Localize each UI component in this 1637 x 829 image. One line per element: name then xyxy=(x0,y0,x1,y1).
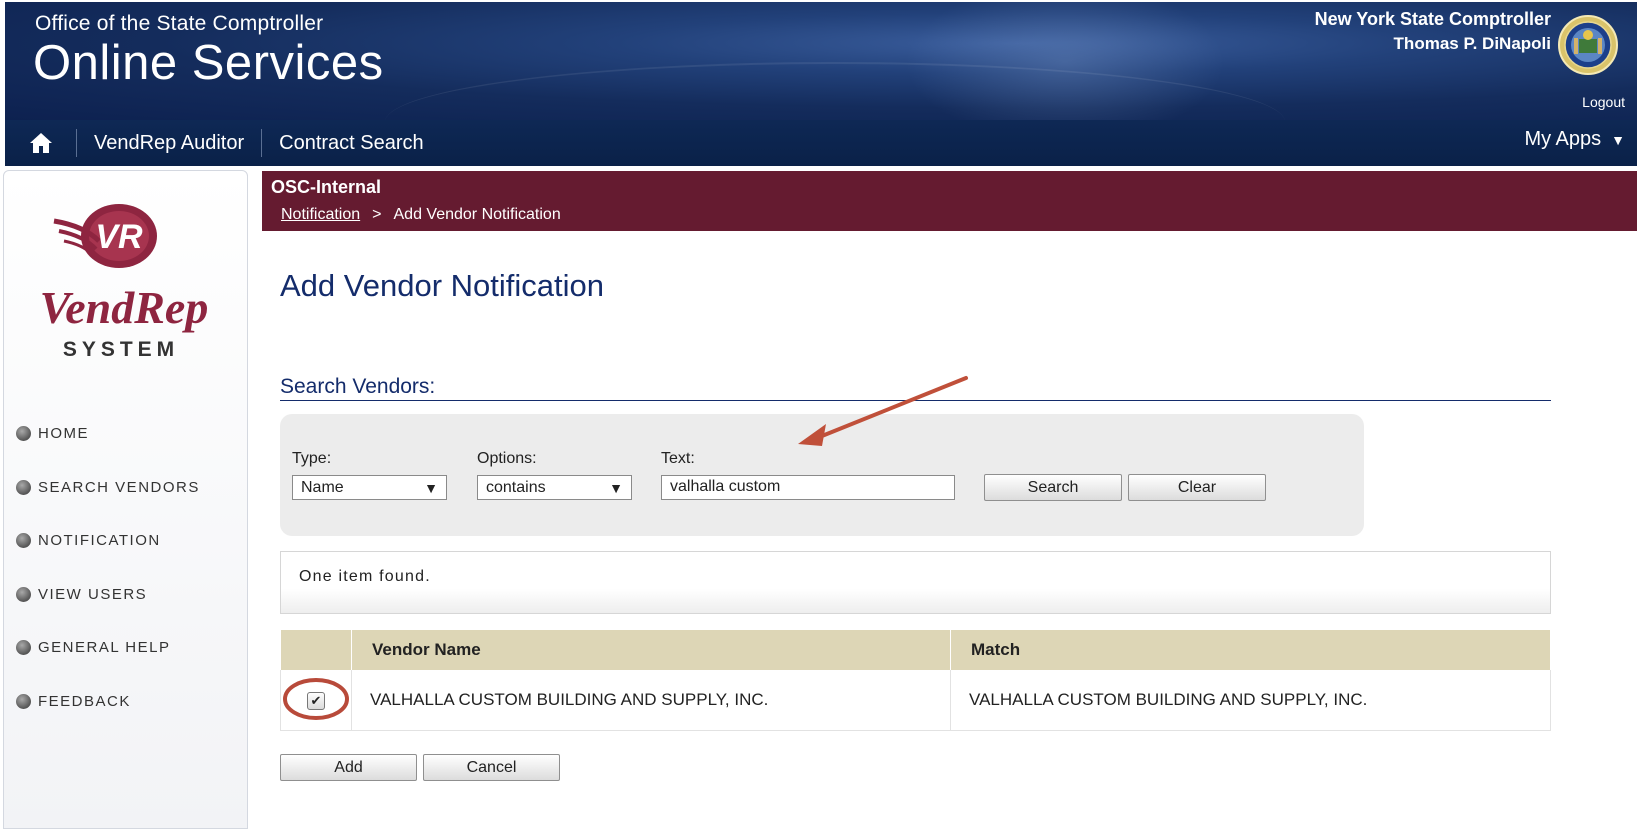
result-message: One item found. xyxy=(299,568,431,585)
sidebar-item-general-help[interactable]: GENERAL HELP xyxy=(16,621,200,675)
svg-text:VR: VR xyxy=(95,218,143,256)
sidebar-item-label: HOME xyxy=(38,425,89,443)
nav-item-contract-search[interactable]: Contract Search xyxy=(262,129,441,157)
type-select-value: Name xyxy=(301,478,344,496)
sidebar-item-home[interactable]: HOME xyxy=(16,407,200,461)
cancel-button[interactable]: Cancel xyxy=(423,754,560,781)
bullet-icon xyxy=(16,693,31,709)
sidebar-item-label: NOTIFICATION xyxy=(38,532,161,550)
nav-item-vendrep-auditor[interactable]: VendRep Auditor xyxy=(77,129,263,157)
result-message-box: One item found. xyxy=(280,551,1551,614)
comptroller-name: Thomas P. DiNapoli xyxy=(1393,34,1551,53)
clear-button[interactable]: Clear xyxy=(1128,474,1266,501)
section-divider xyxy=(280,400,1551,401)
breadcrumb-current: Add Vendor Notification xyxy=(393,206,561,223)
sidebar: VR VendRep SYSTEM HOME SEARCH VENDORS NO… xyxy=(3,170,248,829)
breadcrumb-separator: > xyxy=(372,206,382,223)
bullet-icon xyxy=(16,586,31,602)
breadcrumb: Notification > Add Vendor Notification xyxy=(281,206,561,224)
sidebar-menu: HOME SEARCH VENDORS NOTIFICATION VIEW US… xyxy=(16,407,200,728)
add-button[interactable]: Add xyxy=(280,754,417,781)
bullet-icon xyxy=(16,640,31,656)
results-table: Vendor Name Match ✔ VALHALLA CUSTOM BUIL… xyxy=(280,630,1551,731)
sidebar-item-search-vendors[interactable]: SEARCH VENDORS xyxy=(16,461,200,515)
search-panel: Type: Name ▼ Options: contains ▼ Text: v… xyxy=(280,414,1364,536)
site-header: Office of the State Comptroller Online S… xyxy=(5,2,1637,120)
sidebar-item-view-users[interactable]: VIEW USERS xyxy=(16,568,200,622)
search-button[interactable]: Search xyxy=(984,474,1122,501)
bullet-icon xyxy=(16,426,31,442)
comptroller-title: New York State Comptroller xyxy=(1314,9,1551,29)
sidebar-item-label: SEARCH VENDORS xyxy=(38,478,200,496)
sidebar-item-feedback[interactable]: FEEDBACK xyxy=(16,675,200,729)
vendor-name-cell: VALHALLA CUSTOM BUILDING AND SUPPLY, INC… xyxy=(351,670,951,731)
breadcrumb-link-notification[interactable]: Notification xyxy=(281,206,360,224)
my-apps-label: My Apps xyxy=(1524,128,1602,150)
row-select-checkbox[interactable]: ✔ xyxy=(307,691,325,710)
section-bar: OSC-Internal Notification > Add Vendor N… xyxy=(262,171,1637,231)
options-select[interactable]: contains ▼ xyxy=(477,475,632,500)
office-name: Office of the State Comptroller xyxy=(35,12,324,35)
column-header-select xyxy=(280,630,352,670)
table-header-row: Vendor Name Match xyxy=(280,630,1551,670)
column-header-vendor-name: Vendor Name xyxy=(351,630,951,670)
sidebar-item-label: GENERAL HELP xyxy=(38,639,171,657)
column-header-match: Match xyxy=(950,630,1551,670)
state-seal-icon xyxy=(1558,15,1618,75)
dropdown-arrow-icon: ▼ xyxy=(424,479,438,496)
type-select[interactable]: Name ▼ xyxy=(292,475,447,500)
vendrep-logo: VR VendRep SYSTEM xyxy=(40,204,209,361)
options-label: Options: xyxy=(477,450,537,467)
logo-subtext: SYSTEM xyxy=(63,338,179,361)
search-section-title: Search Vendors: xyxy=(280,375,436,398)
dropdown-arrow-icon: ▼ xyxy=(609,479,623,496)
bullet-icon xyxy=(16,533,31,549)
sidebar-item-notification[interactable]: NOTIFICATION xyxy=(16,514,200,568)
options-select-value: contains xyxy=(486,478,546,496)
site-title: Online Services xyxy=(33,36,384,90)
logo-text: VendRep xyxy=(40,282,209,333)
top-nav: VendRep Auditor Contract Search My Apps … xyxy=(5,120,1637,166)
home-button[interactable] xyxy=(5,129,77,157)
chevron-down-icon: ▼ xyxy=(1611,131,1625,148)
my-apps-menu[interactable]: My Apps ▼ xyxy=(1524,128,1625,151)
bullet-icon xyxy=(16,479,31,495)
home-icon xyxy=(29,133,52,153)
select-cell: ✔ xyxy=(280,670,352,731)
sidebar-item-label: FEEDBACK xyxy=(38,692,131,710)
section-bar-title: OSC-Internal xyxy=(271,177,382,197)
table-row: ✔ VALHALLA CUSTOM BUILDING AND SUPPLY, I… xyxy=(280,670,1551,731)
match-cell: VALHALLA CUSTOM BUILDING AND SUPPLY, INC… xyxy=(950,670,1551,731)
text-label: Text: xyxy=(661,450,695,467)
page-title: Add Vendor Notification xyxy=(280,268,604,303)
logout-link[interactable]: Logout xyxy=(1582,94,1625,110)
type-label: Type: xyxy=(292,450,332,467)
sidebar-item-label: VIEW USERS xyxy=(38,585,148,603)
search-text-input[interactable]: valhalla custom xyxy=(661,475,955,500)
